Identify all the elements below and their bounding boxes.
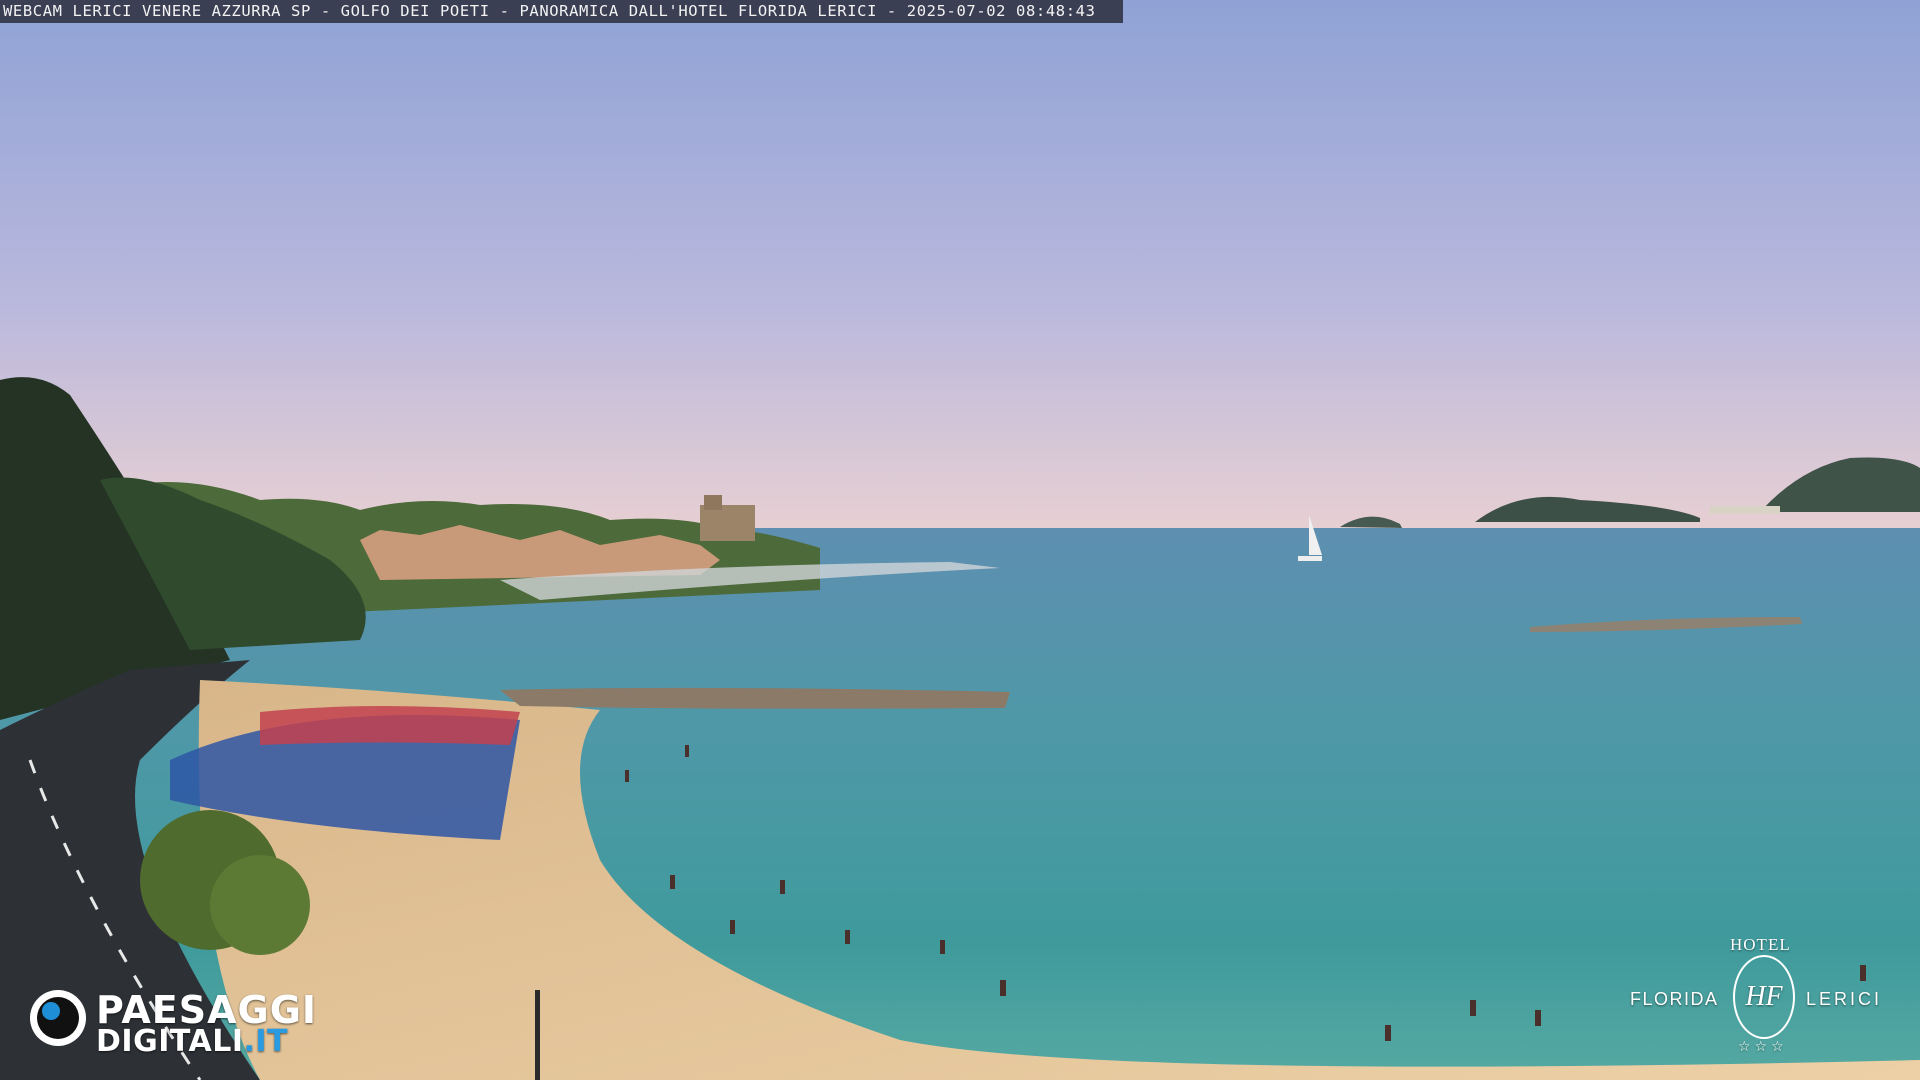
paesaggi-digitali-logo: PAESAGGI DIGITALI.IT [30, 988, 340, 1060]
hotel-florida-logo: HOTEL FLORIDA HF LERICI ☆☆☆ [1630, 935, 1900, 1065]
umbrella-rows-red [260, 706, 520, 745]
eye-icon [30, 990, 86, 1046]
hotel-word-left: FLORIDA [1630, 989, 1719, 1009]
logo-line2: DIGITALI.IT [96, 1024, 288, 1059]
sky [0, 0, 1920, 545]
logo-line2-main: DIGITALI [96, 1024, 244, 1059]
hotel-label: HOTEL [1730, 935, 1791, 954]
breakwater-near [500, 687, 1010, 709]
hotel-stars: ☆☆☆ [1738, 1039, 1788, 1055]
webcam-caption: WEBCAM LERICI VENERE AZZURRA SP - GOLFO … [0, 0, 1123, 23]
tree-foreground-2 [210, 855, 310, 955]
castle [700, 505, 755, 541]
castle-tower [704, 495, 722, 510]
island-village [1710, 506, 1780, 514]
lamp-post [535, 990, 540, 1080]
logo-line2-accent: .IT [243, 1024, 289, 1059]
hotel-word-right: LERICI [1806, 989, 1883, 1009]
hotel-monogram-icon: HF [1733, 955, 1795, 1039]
webcam-scene [0, 0, 1920, 1080]
